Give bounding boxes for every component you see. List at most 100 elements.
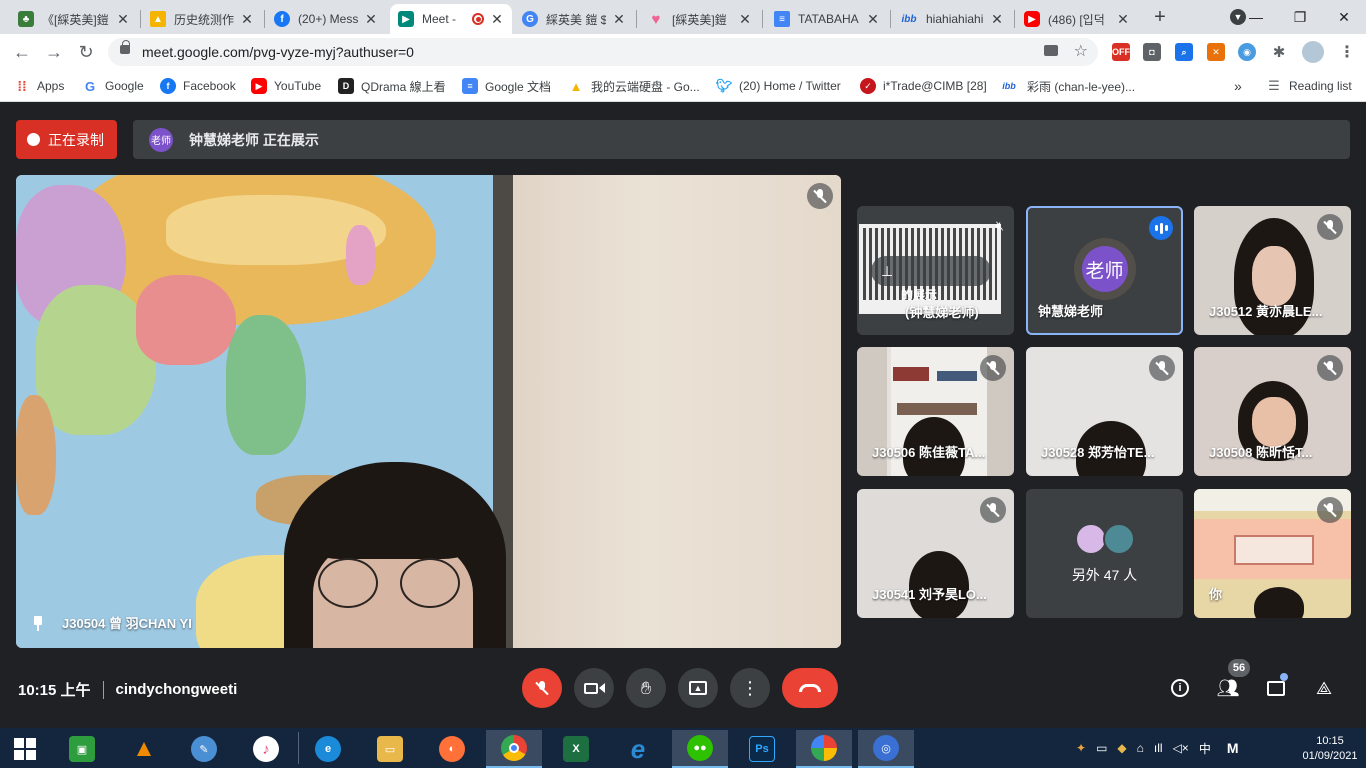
browser-tab-8[interactable]: ibb hiahiahiahi ✕ [892, 4, 1012, 34]
volume-icon[interactable]: ◁× [1173, 741, 1189, 755]
bookmarks-overflow-button[interactable]: » [1234, 77, 1242, 95]
search-extension-icon[interactable]: ⌕ [1175, 43, 1193, 61]
extension-icon[interactable]: ◉ [1238, 43, 1256, 61]
bookmark-ibb[interactable]: ibb 彩雨 (chan-le-yee)... [998, 77, 1135, 95]
taskbar-edge[interactable]: e [300, 730, 356, 768]
taskbar-firefox[interactable]: ◐ [424, 730, 480, 768]
tab-title: (486) [입덕 [1048, 12, 1105, 27]
back-button[interactable]: ← [10, 40, 34, 64]
participant-tile[interactable]: J30506 陈佳薇TA... [857, 347, 1014, 476]
activities-button[interactable]: ⟁ [1309, 673, 1339, 703]
address-bar[interactable]: meet.google.com/pvg-vyze-myj?authuser=0 … [108, 38, 1098, 66]
reload-button[interactable]: ↻ [74, 40, 98, 64]
close-icon[interactable]: ✕ [1116, 11, 1130, 28]
bookmark-google-docs[interactable]: ≡ Google 文档 [462, 77, 551, 95]
extension-icon[interactable]: ✕ [1207, 43, 1225, 61]
browser-tab-3[interactable]: f (20+) Mess ✕ [266, 4, 386, 34]
presenting-banner[interactable]: 老师 钟慧娣老师 正在展示 [133, 120, 1350, 159]
close-icon[interactable]: ✕ [866, 11, 880, 28]
close-icon[interactable]: ✕ [990, 11, 1004, 28]
bookmark-facebook[interactable]: f Facebook [160, 77, 236, 95]
close-icon[interactable]: ✕ [738, 11, 752, 28]
profile-avatar[interactable] [1302, 41, 1324, 63]
camera-icon[interactable] [1044, 45, 1058, 56]
browser-tab-9[interactable]: ▶ (486) [입덕 ✕ [1016, 4, 1138, 34]
tray-display-icon[interactable]: ▭ [1096, 741, 1107, 755]
wifi-icon[interactable]: ıll [1154, 741, 1163, 755]
browser-tab-1[interactable]: ♣ 《[綵英美]鎧 ✕ [10, 4, 138, 34]
bookmark-twitter[interactable]: 🐦︎ (20) Home / Twitter [716, 77, 841, 95]
taskbar-explorer[interactable]: ▭ [362, 730, 418, 768]
forward-button[interactable]: → [42, 40, 66, 64]
taskbar-app[interactable]: ◎ [858, 730, 914, 768]
ime-mode-indicator[interactable]: M [1227, 740, 1239, 756]
main-video-tile[interactable]: J30504 曾 羽CHAN YI [16, 175, 841, 648]
participant-tile[interactable]: J30541 刘予昊LO... [857, 489, 1014, 618]
bookmark-cimb[interactable]: ✓ i*Trade@CIMB [28] [860, 77, 987, 95]
puzzle-icon[interactable]: ✱ [1270, 43, 1288, 61]
bookmark-google[interactable]: G Google [82, 77, 144, 95]
bookmark-youtube[interactable]: ▶ YouTube [251, 77, 321, 95]
close-icon[interactable]: ✕ [240, 11, 254, 28]
start-button[interactable] [0, 730, 50, 768]
taskbar-paint[interactable]: ✎ [176, 730, 232, 768]
participant-tile[interactable]: J30512 黄亦晨LE... [1194, 206, 1351, 335]
bookmark-qdrama[interactable]: D QDrama 線上看 [338, 77, 446, 95]
browser-tab-5[interactable]: G 綵英美 鎧 $ ✕ [514, 4, 634, 34]
reading-list-button[interactable]: ☰ Reading list [1266, 77, 1352, 95]
tab-divider [636, 10, 637, 28]
presentation-tile[interactable]: ⊥ 🔇︎ 的展示 (钟慧娣老师) [857, 206, 1014, 335]
close-icon[interactable]: ✕ [612, 11, 626, 28]
browser-tab-2[interactable]: ▲ 历史统测作 ✕ [142, 4, 262, 34]
recording-button[interactable]: 正在录制 [16, 120, 117, 159]
restore-button[interactable]: ❐ [1278, 0, 1322, 34]
close-window-button[interactable]: ✕ [1322, 0, 1366, 34]
taskbar-photoshop[interactable]: Ps [734, 730, 790, 768]
camera-toggle-button[interactable] [574, 668, 614, 708]
self-tile[interactable]: 你 [1194, 489, 1351, 618]
tray-package-icon[interactable]: ◆ [1117, 741, 1126, 755]
meeting-info-button[interactable]: i [1165, 673, 1195, 703]
browser-tab-meet[interactable]: ▶ Meet - ✕ [390, 4, 512, 34]
taskbar-ie[interactable]: e [610, 730, 666, 768]
others-tile[interactable]: 另外 47 人 [1026, 489, 1183, 618]
participants-button[interactable]: 👥︎ [1213, 673, 1243, 703]
participant-count-badge: 56 [1228, 659, 1250, 677]
close-icon[interactable]: ✕ [364, 11, 378, 28]
microphone-toggle-button[interactable] [522, 668, 562, 708]
participant-tile[interactable]: J30528 郑芳怡TE... [1026, 347, 1183, 476]
bookmark-apps[interactable]: ⁞⁞ Apps [14, 77, 64, 95]
bookmark-google-drive[interactable]: ▲ 我的云端硬盘 - Go... [568, 77, 700, 95]
teacher-tile[interactable]: 老师 钟慧娣老师 [1026, 206, 1183, 335]
participant-name: J30506 陈佳薇TA... [872, 445, 986, 460]
new-tab-button[interactable]: + [1150, 6, 1170, 30]
tray-app-icon[interactable]: ✦ [1076, 741, 1086, 755]
close-icon[interactable]: ✕ [490, 11, 504, 28]
browser-tab-6[interactable]: ♥ [綵英美]鎧 ✕ [640, 4, 760, 34]
taskbar-photos[interactable] [796, 730, 852, 768]
pin-icon[interactable]: ⊥ [871, 256, 991, 286]
taskbar-clock[interactable]: 10:15 01/09/2021 [1300, 734, 1360, 764]
taskbar-excel[interactable]: X [548, 730, 604, 768]
sale-extension-icon[interactable]: OFF [1112, 43, 1130, 61]
participant-tile[interactable]: J30508 陈昕恬T... [1194, 347, 1351, 476]
more-options-button[interactable]: ⋮ [730, 668, 770, 708]
taskbar-vlc[interactable]: ▲ [116, 730, 172, 768]
pin-icon[interactable] [32, 615, 44, 631]
present-screen-button[interactable]: ▲ [678, 668, 718, 708]
avatar [1102, 523, 1135, 555]
taskbar-chrome[interactable] [486, 730, 542, 768]
ime-indicator[interactable]: 中 [1199, 740, 1211, 757]
leave-call-button[interactable] [782, 668, 838, 708]
menu-kebab-icon[interactable]: ⋮ [1338, 43, 1356, 61]
raise-hand-button[interactable]: ✋︎ [626, 668, 666, 708]
close-icon[interactable]: ✕ [116, 11, 130, 28]
extension-icon[interactable]: ◘ [1143, 43, 1161, 61]
taskbar-wechat[interactable]: ●● [672, 730, 728, 768]
taskbar-store[interactable]: ▣ [54, 730, 110, 768]
minimize-button[interactable]: — [1234, 0, 1278, 34]
taskbar-itunes[interactable]: ♪ [238, 730, 294, 768]
bookmark-star-icon[interactable]: ☆ [1074, 41, 1088, 61]
tray-network-icon[interactable]: ⌂ [1137, 741, 1144, 755]
browser-tab-7[interactable]: ≡ TATABAHA ✕ [766, 4, 888, 34]
